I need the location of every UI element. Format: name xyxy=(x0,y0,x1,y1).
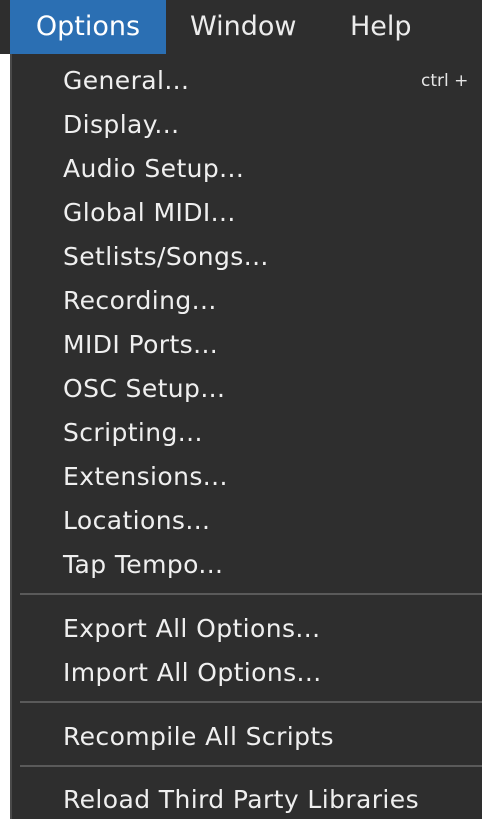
menu-item-label: Recording... xyxy=(63,286,217,315)
menu-item-import-all-options[interactable]: Import All Options... xyxy=(12,651,482,695)
menu-help[interactable]: Help xyxy=(350,0,412,54)
menu-item-setlists-songs[interactable]: Setlists/Songs... xyxy=(12,235,482,279)
menu-item-shortcut: ctrl + xyxy=(421,71,469,91)
menu-item-general[interactable]: General... ctrl + xyxy=(12,59,482,103)
menu-item-label: Extensions... xyxy=(63,462,228,491)
menu-item-audio-setup[interactable]: Audio Setup... xyxy=(12,147,482,191)
menu-item-label: Reload Third Party Libraries xyxy=(63,785,419,814)
menu-item-scripting[interactable]: Scripting... xyxy=(12,411,482,455)
options-dropdown-menu: General... ctrl + Display... Audio Setup… xyxy=(10,54,482,819)
menu-item-recompile-all-scripts[interactable]: Recompile All Scripts xyxy=(12,715,482,759)
menu-item-label: Recompile All Scripts xyxy=(63,722,334,751)
menu-item-midi-ports[interactable]: MIDI Ports... xyxy=(12,323,482,367)
menu-item-label: Tap Tempo... xyxy=(63,550,224,579)
menu-item-locations[interactable]: Locations... xyxy=(12,499,482,543)
menu-item-label: Global MIDI... xyxy=(63,198,236,227)
menu-item-tap-tempo[interactable]: Tap Tempo... xyxy=(12,543,482,587)
menu-item-extensions[interactable]: Extensions... xyxy=(12,455,482,499)
menu-options[interactable]: Options xyxy=(10,0,166,54)
menu-item-label: Display... xyxy=(63,110,180,139)
menu-item-label: OSC Setup... xyxy=(63,374,226,403)
menu-item-global-midi[interactable]: Global MIDI... xyxy=(12,191,482,235)
menu-item-reload-third-party-libraries[interactable]: Reload Third Party Libraries xyxy=(12,778,482,819)
menu-item-display[interactable]: Display... xyxy=(12,103,482,147)
app-window: Options Window Help General... ctrl + Di… xyxy=(0,0,482,819)
menu-item-label: Audio Setup... xyxy=(63,154,245,183)
menu-item-recording[interactable]: Recording... xyxy=(12,279,482,323)
menu-separator xyxy=(20,765,482,767)
menu-bar: Options Window Help xyxy=(0,0,482,54)
menu-item-label: Setlists/Songs... xyxy=(63,242,269,271)
menu-item-label: Export All Options... xyxy=(63,614,321,643)
menu-item-label: MIDI Ports... xyxy=(63,330,219,359)
menu-item-label: Import All Options... xyxy=(63,658,322,687)
menu-separator xyxy=(20,701,482,703)
menu-item-label: Locations... xyxy=(63,506,211,535)
menu-item-label: Scripting... xyxy=(63,418,203,447)
menu-separator xyxy=(20,593,482,595)
menu-window[interactable]: Window xyxy=(190,0,296,54)
menu-item-export-all-options[interactable]: Export All Options... xyxy=(12,607,482,651)
menu-item-osc-setup[interactable]: OSC Setup... xyxy=(12,367,482,411)
menu-item-label: General... xyxy=(63,66,190,95)
